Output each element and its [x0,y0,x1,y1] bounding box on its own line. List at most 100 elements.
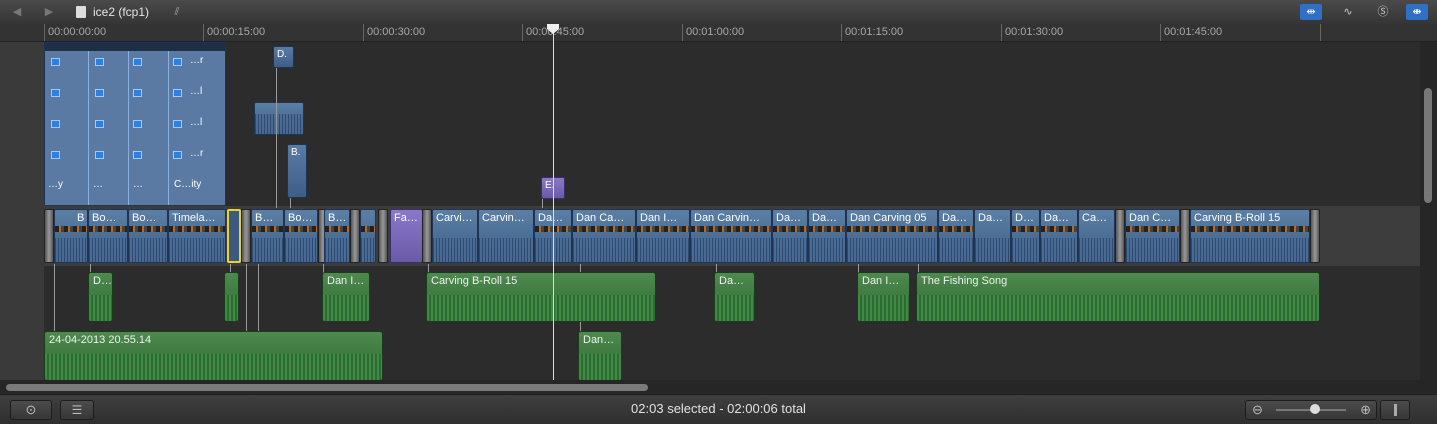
playhead[interactable] [553,24,554,380]
audio-clip[interactable]: Carving B-Roll 15 [426,272,656,322]
primary-clip[interactable]: B… [324,209,350,263]
primary-clip[interactable]: Carvin… [478,209,534,263]
clip-label: B [77,212,85,224]
primary-clip[interactable]: Dan I… [636,209,690,263]
keyframe-cell[interactable] [51,120,60,128]
primary-clip[interactable]: Dan Carving 05 [846,209,938,263]
clip-label: Bo… [132,212,157,224]
keyframe-cell[interactable] [173,120,182,128]
project-title: ice2 (fcp1) [93,5,150,19]
keyframe-cell[interactable] [173,89,182,97]
zoom-out-icon[interactable]: ⊖ [1252,401,1263,419]
primary-clip[interactable]: B [54,209,88,263]
clip-height-button[interactable] [1380,400,1410,420]
primary-clip[interactable]: Da… [974,209,1011,263]
audio-clip[interactable]: Dan I… [857,272,910,322]
primary-clip[interactable]: Bo… [88,209,128,263]
primary-clip[interactable]: Da… [938,209,974,263]
timeline-toolbar: ◀ ▶ ice2 (fcp1) ⫽ ⇹ ∿ Ⓢ ⇼ [0,0,1437,25]
primary-clip[interactable]: Carvi… [432,209,478,263]
primary-clip[interactable]: Ca… [1078,209,1115,263]
keyframe-cell[interactable] [133,151,142,159]
audio-clip[interactable]: The Fishing Song [916,272,1320,322]
audio-clip[interactable]: Da… [714,272,755,322]
back-icon[interactable]: ◀ [10,5,24,19]
clip-label: Dan Carvin… [694,212,761,224]
solo-icon[interactable]: Ⓢ [1372,4,1394,20]
clip-label: Dan I… [862,275,900,287]
zoom-in-icon[interactable]: ⊕ [1360,401,1371,419]
clip-appearance-icon[interactable]: ⇹ [1300,4,1322,20]
keyframe-cell[interactable] [51,58,60,66]
timeline-ruler[interactable]: 00:00:00:00 00:00:15:00 00:00:30:00 00:0… [0,24,1437,42]
audio-clip[interactable]: 24-04-2013 20.55.14 [44,331,383,381]
clip-label: Dan I… [327,275,365,287]
primary-clip[interactable]: Dan Ca… [572,209,636,263]
keyframe-cell[interactable] [95,120,104,128]
keyframe-cell[interactable] [133,89,142,97]
clip-label: Carving B-Roll 15 [1194,212,1281,224]
transition[interactable] [350,209,360,263]
transition[interactable] [1310,209,1320,263]
horizontal-scroll-thumb[interactable] [6,384,648,391]
connected-clip[interactable]: D. [273,46,294,68]
keyframe-cell[interactable] [51,89,60,97]
keyframe-cell[interactable] [95,89,104,97]
keyframe-cell[interactable] [95,58,104,66]
forward-icon[interactable]: ▶ [42,5,56,19]
clip-label: Bo… [92,212,117,224]
primary-clip[interactable]: Dan Carvin… [690,209,772,263]
keyframe-cell[interactable] [133,120,142,128]
connected-clip[interactable] [254,102,304,135]
compound-col-label: …y [48,179,63,190]
clip-label: Dan Carving 05 [850,212,927,224]
primary-clip[interactable]: Da… [808,209,846,263]
clip-label: Carvi… [436,212,473,224]
keyframe-cell[interactable] [51,151,60,159]
broadcast-icon[interactable]: ⫽ [170,5,184,19]
audio-clip[interactable]: Dan I… [322,272,370,322]
audio-clip[interactable]: Dan… [578,331,622,381]
keyframe-cell[interactable] [173,151,182,159]
primary-clip[interactable]: D… [1011,209,1040,263]
clip-label: D… [93,275,112,287]
snapping-icon[interactable]: ⇼ [1406,4,1428,20]
audio-waveform-icon[interactable]: ∿ [1337,4,1359,20]
transition[interactable] [422,209,432,263]
keyframe-cell[interactable] [173,58,182,66]
audio-clip[interactable]: D… [88,272,113,322]
primary-clip[interactable]: Da… [1040,209,1078,263]
primary-clip[interactable]: B… [251,209,284,263]
transition[interactable] [241,209,251,263]
primary-clip[interactable]: Carving B-Roll 15 [1190,209,1310,263]
transition[interactable] [44,209,54,263]
ruler-label: 00:00:30:00 [367,26,426,38]
vertical-scroll-thumb[interactable] [1424,88,1432,203]
keyframe-cell[interactable] [95,151,104,159]
compound-col-label: C…ity [174,179,202,190]
clip-label: Da… [719,275,745,287]
ruler-label: 00:01:30:00 [1005,26,1064,38]
clip-label: Da… [538,212,564,224]
zoom-slider-knob[interactable] [1309,404,1320,414]
transition[interactable] [1180,209,1190,263]
transition[interactable] [1115,209,1125,263]
clip-label: D. [277,49,287,60]
selected-clip[interactable] [227,209,241,263]
keyframe-cell[interactable] [133,58,142,66]
transition[interactable] [378,209,388,263]
zoom-control[interactable]: ⊖ ⊕ [1245,400,1377,420]
primary-clip[interactable]: Da… [772,209,808,263]
primary-clip[interactable]: Dan C… [1125,209,1180,263]
clip-label: Dan Ca… [576,212,625,224]
connected-clip[interactable]: B. [287,144,307,198]
audio-clip[interactable] [224,272,239,322]
track-header-area [0,42,44,380]
primary-clip[interactable]: Timela… [168,209,226,263]
generator-clip[interactable]: Fa… [390,209,423,263]
primary-clip[interactable]: Bo… [128,209,168,263]
clip-label: D… [1015,212,1034,224]
primary-clip[interactable] [360,209,376,263]
clip-label: Timela… [172,212,216,224]
primary-clip[interactable]: Bo… [284,209,318,263]
